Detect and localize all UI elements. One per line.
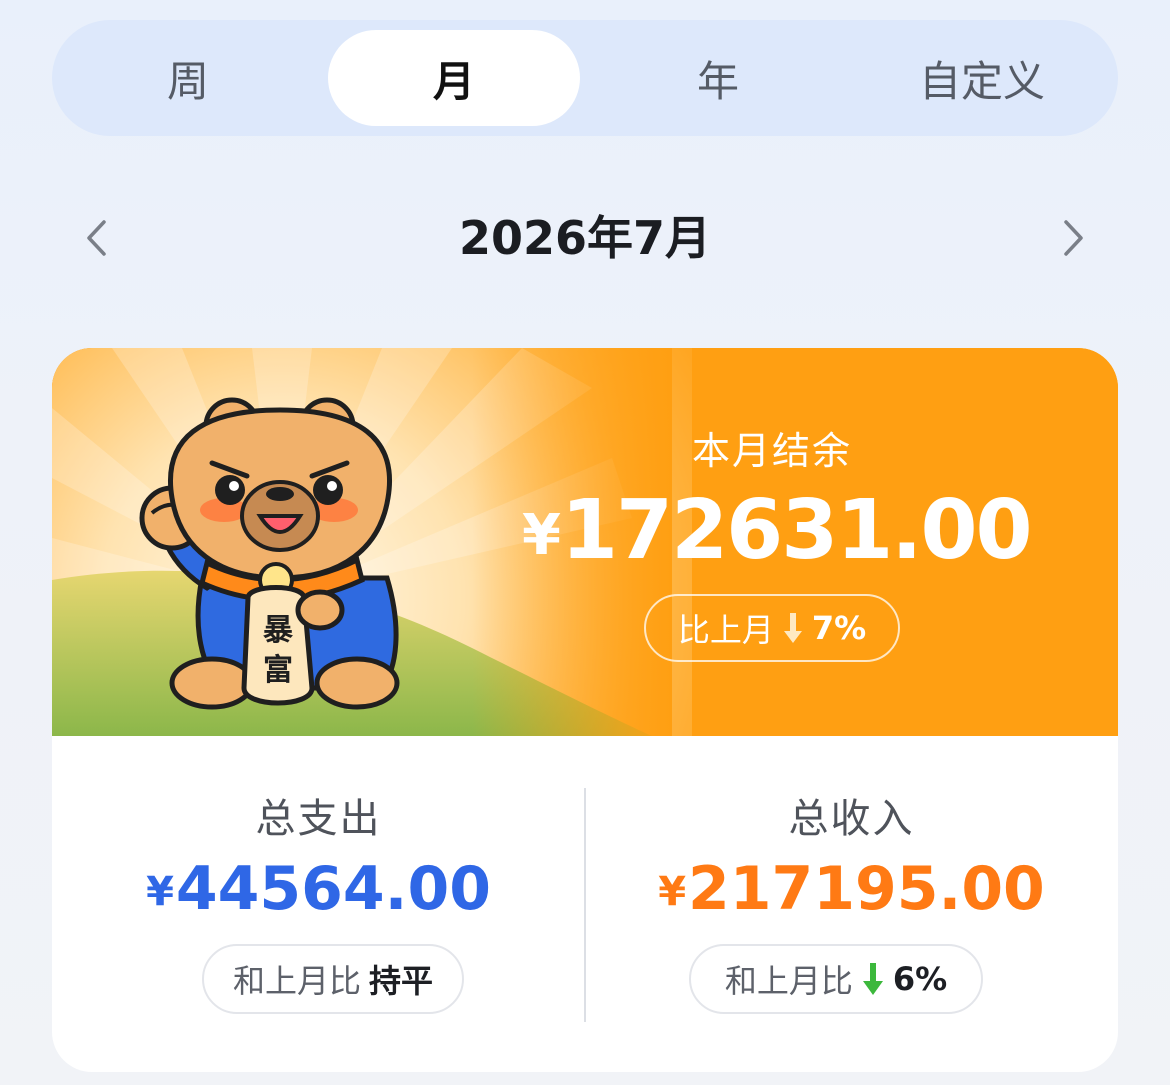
period-title: 2026年7月 — [458, 211, 712, 265]
balance-compare-pill: 比上月 7% — [644, 594, 900, 662]
balance-value: 172631.00 — [560, 483, 1033, 578]
chevron-right-icon — [1064, 220, 1083, 256]
arrow-down-icon — [862, 963, 883, 995]
balance-compare-label: 比上月 — [677, 611, 774, 649]
balance-label: 本月结余 — [691, 429, 852, 473]
expense-compare-value: 持平 — [369, 962, 434, 1000]
tab-month[interactable]: 月 — [328, 30, 580, 126]
income-compare-label: 和上月比 — [724, 962, 853, 1000]
income-amount: ¥217195.00 — [585, 846, 1118, 935]
income-label: 总收入 — [788, 796, 915, 842]
income-value: 217195.00 — [688, 854, 1045, 924]
currency-symbol: ¥ — [658, 869, 687, 915]
expense-value: 44564.00 — [175, 854, 491, 924]
balance-block: 本月结余 ¥172631.00 比上月 7% — [522, 348, 1033, 736]
next-period-button[interactable] — [1044, 208, 1104, 268]
arrow-down-icon — [783, 613, 802, 643]
income-compare-pill: 和上月比 6% — [689, 944, 983, 1014]
svg-text:暴: 暴 — [263, 613, 294, 648]
expense-compare-label: 和上月比 — [232, 962, 361, 1000]
tab-custom[interactable]: 自定义 — [856, 30, 1108, 126]
period-tabs: 周 月 年 自定义 — [52, 20, 1118, 136]
balance-compare-value: 7% — [811, 609, 867, 647]
expense-amount: ¥44564.00 — [52, 846, 585, 935]
balance-hero: 暴 富 本月结余 ¥172631.00 比上月 7% — [52, 348, 1118, 736]
income-stat[interactable]: 总收入 ¥217195.00 和上月比 6% — [585, 736, 1118, 1072]
expense-stat[interactable]: 总支出 ¥44564.00 和上月比 持平 — [52, 736, 585, 1072]
summary-card: 暴 富 本月结余 ¥172631.00 比上月 7% 总支出 ¥44564.00… — [52, 348, 1118, 1072]
svg-text:富: 富 — [263, 653, 293, 688]
currency-symbol: ¥ — [522, 503, 561, 568]
currency-symbol: ¥ — [146, 869, 174, 915]
expense-label: 总支出 — [255, 796, 382, 842]
balance-amount: ¥172631.00 — [522, 476, 1033, 591]
income-compare-value: 6% — [892, 960, 948, 998]
expense-compare-pill: 和上月比 持平 — [202, 944, 464, 1014]
tab-year[interactable]: 年 — [592, 30, 844, 126]
tab-week[interactable]: 周 — [62, 30, 314, 126]
